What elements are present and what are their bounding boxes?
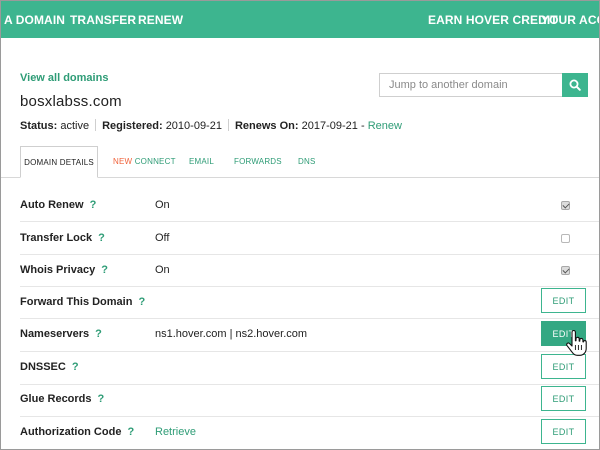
registered-date: 2010-09-21 [165,120,222,132]
divider [95,119,97,131]
nav-earn-credit[interactable]: EARN HOVER CREDIT [428,13,558,27]
auth-code-edit-button[interactable]: EDIT [541,419,586,444]
nav-domain[interactable]: A DOMAIN [4,13,65,27]
status-label: Status: [20,120,58,132]
dnssec-edit-button[interactable]: EDIT [541,354,586,379]
nameservers-label: Nameservers? [20,328,102,340]
help-icon[interactable]: ? [90,199,97,211]
whois-privacy-checkbox[interactable] [561,266,570,275]
auto-renew-checkbox[interactable] [561,201,570,210]
help-icon[interactable]: ? [127,426,134,438]
search-icon [569,79,581,91]
domain-search-input[interactable] [379,73,562,97]
renew-link[interactable]: Renew [368,120,402,132]
help-icon[interactable]: ? [138,296,145,308]
renews-date: 2017-09-21 [301,120,358,132]
hover-domain-page: A DOMAIN TRANSFER RENEW EARN HOVER CREDI… [0,0,600,450]
transfer-lock-value: Off [155,232,170,244]
transfer-lock-label: Transfer Lock? [20,232,105,244]
row-divider [20,286,599,287]
row-divider [20,221,599,222]
domain-name-title: bosxlabss.com [20,93,122,110]
nameservers-value: ns1.hover.com | ns2.hover.com [155,328,308,340]
tab-connect-label: CONNECT [134,157,176,166]
glue-records-label: Glue Records? [20,393,105,405]
domain-status-line: Status: active Registered: 2010-09-21 Rene… [20,119,402,132]
whois-privacy-label: Whois Privacy? [20,264,108,276]
auth-code-label: Authorization Code? [20,426,135,438]
forward-edit-button[interactable]: EDIT [541,288,586,313]
pointer-hand-cursor-icon [566,330,587,356]
nav-renew[interactable]: RENEW [138,13,183,27]
view-all-domains-link[interactable]: View all domains [20,72,108,84]
new-badge: NEW [113,157,133,166]
dnssec-label: DNSSEC? [20,361,79,373]
registered-label: Registered: [102,120,163,132]
renew-dash: - [360,120,365,132]
row-divider [20,351,599,352]
tab-email[interactable]: EMAIL [189,157,214,166]
auto-renew-label: Auto Renew? [20,199,97,211]
status-value: active [60,120,90,132]
row-divider [20,384,599,385]
help-icon[interactable]: ? [98,393,105,405]
auto-renew-value: On [155,199,170,211]
tab-forwards[interactable]: FORWARDS [234,157,282,166]
help-icon[interactable]: ? [98,232,105,244]
tab-connect[interactable]: NEW CONNECT [113,157,176,166]
glue-records-edit-button[interactable]: EDIT [541,386,586,411]
tab-domain-details-label: DOMAIN DETAILS [24,157,94,167]
whois-privacy-value: On [155,264,170,276]
renews-label: Renews On: [234,120,299,132]
nav-transfer[interactable]: TRANSFER [70,13,136,27]
forward-domain-label: Forward This Domain? [20,296,146,308]
tab-dns[interactable]: DNS [298,157,316,166]
row-divider [20,416,599,417]
transfer-lock-checkbox[interactable] [561,234,570,243]
top-nav-bar: A DOMAIN TRANSFER RENEW EARN HOVER CREDI… [1,1,599,38]
row-divider [20,318,599,319]
retrieve-link[interactable]: Retrieve [155,426,196,438]
nav-account[interactable]: YOUR ACCOUNT [541,13,599,27]
help-icon[interactable]: ? [95,328,102,340]
help-icon[interactable]: ? [72,361,79,373]
row-divider [20,254,599,255]
search-button[interactable] [562,73,588,97]
help-icon[interactable]: ? [101,264,108,276]
divider [227,119,229,131]
tab-domain-details[interactable]: DOMAIN DETAILS [20,146,98,178]
